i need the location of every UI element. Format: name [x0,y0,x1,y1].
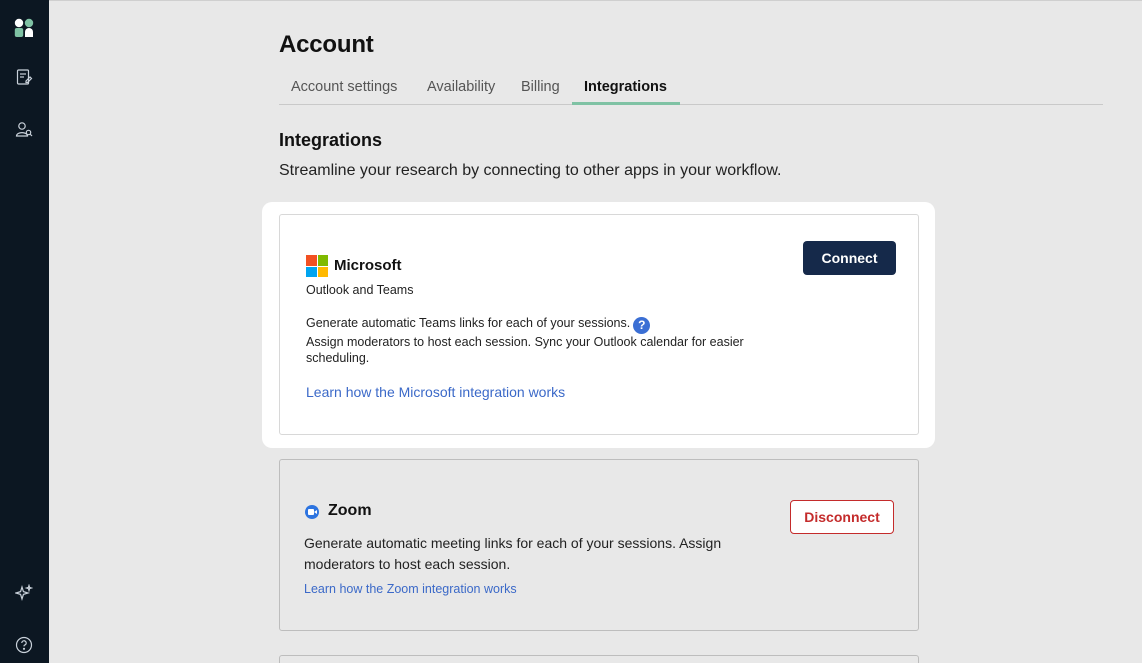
page-title: Account [279,31,374,58]
notes-icon[interactable] [12,65,36,89]
next-integration-card [279,655,919,663]
microsoft-learn-link[interactable]: Learn how the Microsoft integration work… [306,384,565,400]
microsoft-desc-line1: Generate automatic Teams links for each … [306,316,631,330]
tab-billing[interactable]: Billing [521,72,560,105]
tab-integrations[interactable]: Integrations [572,72,680,105]
microsoft-description: Generate automatic Teams links for each … [306,315,746,366]
help-circle-icon[interactable] [12,633,36,657]
section-subtitle: Streamline your research by connecting t… [279,162,782,179]
zoom-learn-link[interactable]: Learn how the Zoom integration works [304,582,517,596]
tab-availability[interactable]: Availability [427,72,495,105]
zoom-name: Zoom [328,502,372,519]
microsoft-desc-rest: Assign moderators to host each session. … [306,334,744,365]
top-border [49,0,1142,1]
user-search-icon[interactable] [12,117,36,141]
sidebar [0,0,49,663]
microsoft-integration-card: Microsoft Outlook and Teams Generate aut… [279,214,919,435]
connect-button[interactable]: Connect [803,241,896,275]
microsoft-name: Microsoft [334,257,402,274]
microsoft-logo-icon [306,255,328,277]
zoom-description: Generate automatic meeting links for eac… [304,535,722,572]
disconnect-button[interactable]: Disconnect [790,500,894,534]
microsoft-subtitle: Outlook and Teams [306,283,414,297]
zoom-camera-icon [305,505,319,519]
tab-bar: Account settings Availability Billing In… [279,72,1103,105]
sparkle-icon[interactable] [12,581,36,605]
question-help-icon[interactable]: ? [633,316,651,334]
zoom-integration-card: Zoom Generate automatic meeting links fo… [279,459,919,631]
logo-icon[interactable] [12,16,36,40]
tab-account-settings[interactable]: Account settings [291,72,397,105]
section-title: Integrations [279,130,383,150]
